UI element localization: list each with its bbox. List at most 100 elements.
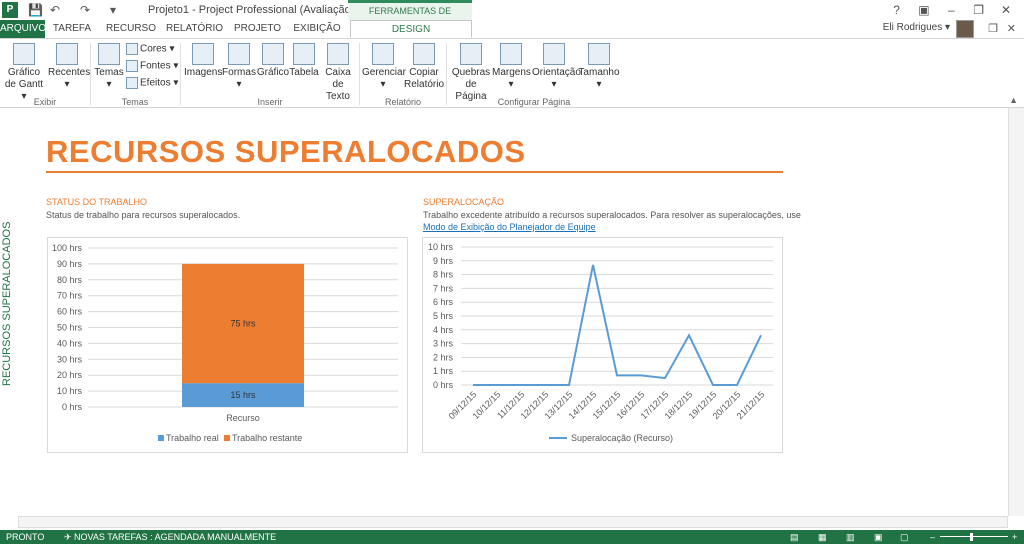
gantt-view-icon[interactable]: ▦: [818, 530, 827, 544]
margins-button[interactable]: Margens ▾: [492, 43, 531, 91]
effects-icon: [126, 77, 138, 89]
page-size-icon: [588, 43, 610, 65]
y-tick-label: 9 hrs: [433, 256, 454, 266]
legend-swatch: [158, 435, 164, 441]
tab-recurso[interactable]: RECURSO: [106, 20, 156, 38]
textbox-button[interactable]: Caixa de Texto: [320, 43, 356, 103]
new-tasks-mode[interactable]: ✈ NOVAS TAREFAS : AGENDADA MANUALMENTE: [64, 530, 276, 544]
copy-report-button[interactable]: Copiar Relatório: [404, 43, 444, 91]
y-tick-label: 5 hrs: [433, 311, 454, 321]
y-tick-label: 3 hrs: [433, 339, 454, 349]
zoom-slider[interactable]: [940, 536, 1008, 537]
tab-arquivo[interactable]: ARQUIVO: [0, 20, 46, 38]
customize-qat-icon[interactable]: ▾: [110, 3, 116, 17]
y-tick-label: 8 hrs: [433, 270, 454, 280]
size-label: Tamanho ▾: [578, 67, 620, 90]
task-usage-view-icon[interactable]: ▥: [846, 530, 855, 544]
recent-button[interactable]: Recentes ▾: [48, 43, 90, 91]
orientation-icon: [543, 43, 565, 65]
tab-tarefa[interactable]: TAREFA: [52, 20, 92, 38]
team-planner-view-icon[interactable]: ▤: [790, 530, 799, 544]
project-app-icon[interactable]: P: [2, 2, 18, 18]
close-icon[interactable]: ✕: [994, 3, 1018, 17]
avatar[interactable]: [956, 20, 974, 38]
themes-icon: [98, 43, 120, 65]
images-button[interactable]: Imagens: [184, 43, 222, 79]
restore-doc-icon[interactable]: ❐: [988, 22, 998, 35]
status-heading: STATUS DO TRABALHO: [46, 197, 148, 207]
report-view-icon[interactable]: ▣: [874, 530, 883, 544]
effects-button[interactable]: Efeitos ▾: [126, 77, 178, 89]
recent-label: Recentes ▾: [48, 67, 91, 90]
work-status-chart[interactable]: 0 hrs 10 hrs 20 hrs 30 hrs 40 hrs 50 hrs 60 hr…: [47, 237, 408, 453]
zoom-out-icon[interactable]: –: [930, 530, 935, 544]
window-controls: ? ▣ – ❐ ✕: [885, 3, 1018, 17]
chart-label: Gráfico: [256, 67, 290, 78]
restore-icon[interactable]: ❐: [967, 3, 991, 17]
margins-icon: [500, 43, 522, 65]
legend-label: Trabalho restante: [232, 433, 302, 443]
manage-icon: [372, 43, 394, 65]
vertical-scrollbar[interactable]: [1008, 108, 1024, 516]
image-icon: [192, 43, 214, 65]
orientation-button[interactable]: Orientação ▾: [532, 43, 581, 91]
copy-report-label: Copiar Relatório: [404, 67, 445, 90]
textbox-icon: [327, 43, 349, 65]
zoom-slider-thumb[interactable]: [970, 533, 973, 541]
tab-design[interactable]: DESIGN: [350, 20, 472, 38]
series-line: [473, 264, 762, 386]
y-tick-label: 6 hrs: [433, 297, 454, 307]
shapes-button[interactable]: Formas ▾: [222, 43, 256, 91]
table-label: Tabela: [289, 67, 319, 78]
y-tick-label: 20 hrs: [57, 370, 83, 380]
help-icon[interactable]: ?: [885, 3, 909, 17]
collapse-ribbon-icon[interactable]: ▲: [1009, 95, 1018, 105]
close-doc-icon[interactable]: ✕: [1007, 22, 1016, 35]
tab-relatorio[interactable]: RELATÓRIO: [166, 20, 223, 38]
zoom-in-icon[interactable]: +: [1012, 530, 1017, 544]
gantt-chart-button[interactable]: Gráfico de Gantt ▾: [2, 43, 46, 103]
team-planner-link[interactable]: Modo de Exibição do Planejador de Equipe: [423, 222, 596, 232]
overallocation-svg: 0 hrs 1 hrs 2 hrs 3 hrs 4 hrs 5 hrs 6 hrs 7 hrs…: [428, 242, 773, 443]
themes-label: Temas ▾: [94, 67, 124, 90]
view-side-label: RECURSOS SUPERALOCADOS: [1, 221, 13, 386]
ribbon-tabs: ARQUIVO TAREFA RECURSO RELATÓRIO PROJETO…: [0, 20, 1024, 38]
report-title: RECURSOS SUPERALOCADOS: [46, 134, 526, 169]
images-label: Imagens: [184, 67, 223, 78]
shapes-icon: [228, 43, 250, 65]
y-tick-label: 0 hrs: [62, 402, 83, 412]
manage-label: Gerenciar ▾: [362, 67, 406, 90]
chart-button[interactable]: Gráfico: [256, 43, 290, 79]
overallocation-chart[interactable]: 0 hrs 1 hrs 2 hrs 3 hrs 4 hrs 5 hrs 6 hrs 7 hrs…: [422, 237, 783, 453]
horizontal-scrollbar[interactable]: [18, 516, 1008, 528]
manage-button[interactable]: Gerenciar ▾: [362, 43, 406, 91]
colors-button[interactable]: Cores ▾: [126, 43, 174, 55]
y-tick-label: 7 hrs: [433, 283, 454, 293]
redo-icon[interactable]: ↷: [80, 3, 90, 17]
size-button[interactable]: Tamanho ▾: [578, 43, 620, 91]
tab-projeto[interactable]: PROJETO: [234, 20, 281, 38]
undo-icon[interactable]: ↶: [50, 3, 60, 17]
group-separator: [446, 43, 447, 105]
colors-icon: [126, 43, 138, 55]
table-button[interactable]: Tabela: [289, 43, 319, 79]
window-title: Projeto1 - Project Professional (Avaliaç…: [148, 4, 355, 16]
fonts-button[interactable]: Fontes ▾: [126, 60, 178, 72]
group-label-exibir: Exibir: [33, 97, 57, 107]
minimize-icon[interactable]: –: [939, 3, 963, 17]
y-tick-label: 4 hrs: [433, 325, 454, 335]
reading-view-icon[interactable]: ▢: [900, 530, 909, 544]
tab-exibicao[interactable]: EXIBIÇÃO: [292, 20, 342, 38]
themes-button[interactable]: Temas ▾: [94, 43, 124, 91]
gantt-icon: [13, 43, 35, 65]
ribbon-display-icon[interactable]: ▣: [912, 3, 936, 17]
page-breaks-button[interactable]: Quebras de Página: [450, 43, 492, 103]
user-name[interactable]: Eli Rodrigues ▾: [883, 22, 950, 33]
fonts-label: Fontes ▾: [140, 60, 179, 72]
y-tick-label: 90 hrs: [57, 259, 83, 269]
save-icon[interactable]: 💾: [28, 3, 43, 17]
group-label-temas: Temas: [121, 97, 149, 107]
colors-label: Cores ▾: [140, 43, 175, 55]
context-tab-header: FERRAMENTAS DE RELATÓRIO: [348, 0, 472, 33]
title-bar: P 💾 ↶ ↷ ▾ Projeto1 - Project Professiona…: [0, 0, 1024, 33]
